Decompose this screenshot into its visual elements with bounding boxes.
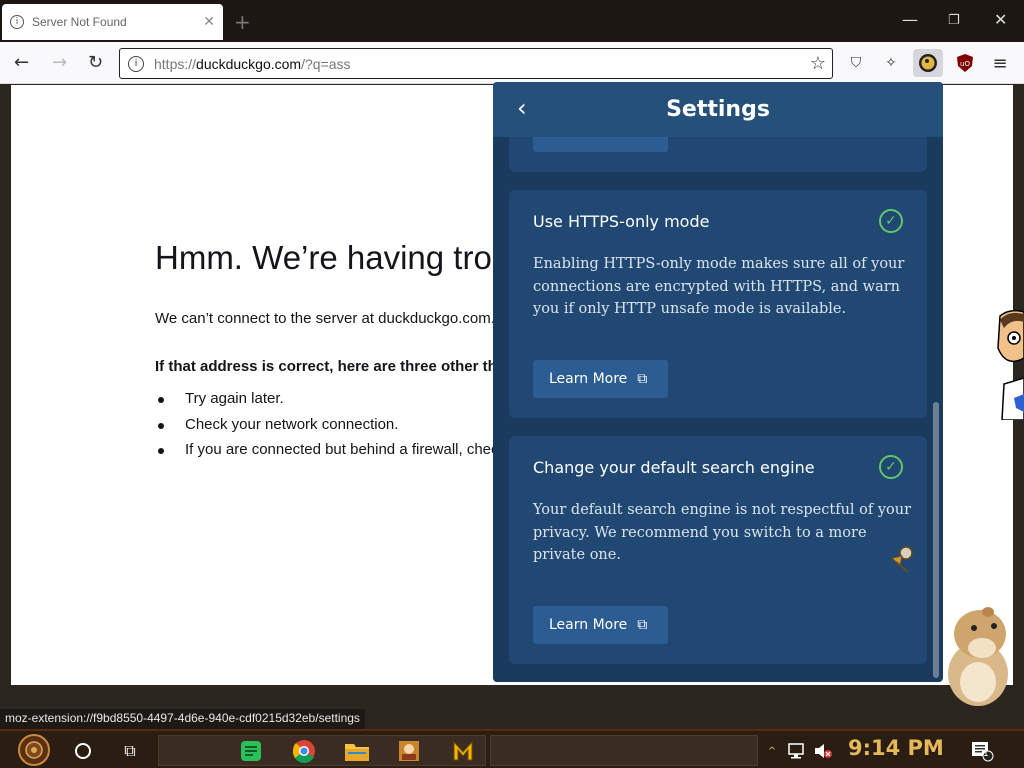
status-bar-url: moz-extension://f9bd8550-4497-4d6e-940e-… bbox=[0, 709, 365, 729]
minimize-icon[interactable]: — bbox=[902, 10, 918, 29]
navigation-bar: ← → ↻ i https://duckduckgo.com/?q=ass ☆ … bbox=[0, 42, 1024, 84]
close-icon[interactable]: ✕ bbox=[203, 14, 215, 30]
window-close-icon[interactable]: ✕ bbox=[994, 10, 1007, 29]
svg-text:uO: uO bbox=[960, 60, 970, 68]
file-explorer-icon[interactable] bbox=[342, 737, 372, 765]
external-link-icon: ⧉ bbox=[637, 617, 648, 633]
desktop-character-image bbox=[997, 309, 1024, 420]
new-tab-icon[interactable]: + bbox=[234, 10, 251, 34]
card-title: Change your default search engine bbox=[533, 458, 815, 477]
network-icon[interactable] bbox=[786, 737, 808, 765]
settings-card-search-engine: Change your default search engine ✓ Your… bbox=[509, 436, 927, 664]
duckduckgo-extension-icon[interactable] bbox=[913, 49, 943, 77]
card-description: Enabling HTTPS-only mode makes sure all … bbox=[533, 256, 905, 317]
taskbar: ⧉ ^ 9:14 PM 1 bbox=[0, 729, 1024, 768]
desktop-hamster-image bbox=[948, 607, 1008, 706]
error-intro: We can’t connect to the server at duckdu… bbox=[155, 310, 495, 327]
tray-overflow-icon[interactable]: ^ bbox=[766, 737, 778, 765]
learn-more-label: Learn More bbox=[549, 617, 628, 633]
tab-title: Server Not Found bbox=[32, 15, 127, 29]
learn-more-button[interactable]: Learn More ⧉ bbox=[533, 606, 668, 644]
settings-panel: ‹ Settings Learn More ⧉ Use HTTPS-only m… bbox=[493, 82, 943, 682]
bookmark-star-icon[interactable]: ☆ bbox=[810, 53, 826, 74]
url-bar[interactable]: i https://duckduckgo.com/?q=ass ☆ bbox=[119, 48, 833, 79]
extension-wand-icon[interactable]: ✧ bbox=[880, 52, 902, 74]
taskbar-open-group bbox=[490, 735, 758, 766]
taskbar-clock[interactable]: 9:14 PM bbox=[848, 736, 944, 760]
external-link-icon: ⧉ bbox=[637, 371, 648, 387]
start-button[interactable] bbox=[12, 733, 56, 767]
settings-title: Settings bbox=[666, 97, 770, 122]
card-description: Your default search engine is not respec… bbox=[533, 502, 912, 563]
menu-icon[interactable]: ≡ bbox=[989, 52, 1011, 74]
check-icon: ✓ bbox=[879, 455, 903, 479]
reload-icon[interactable]: ↻ bbox=[88, 52, 103, 73]
game-app-icon[interactable] bbox=[396, 737, 422, 765]
notification-center-icon[interactable]: 1 bbox=[968, 737, 996, 765]
settings-header: ‹ Settings bbox=[493, 82, 943, 137]
volume-muted-icon[interactable] bbox=[812, 737, 834, 765]
error-suggestions-list: Try again later. Check your network conn… bbox=[155, 390, 506, 467]
chrome-icon[interactable] bbox=[290, 737, 318, 765]
task-view-icon[interactable]: ⧉ bbox=[118, 737, 142, 765]
learn-more-label: Learn More bbox=[549, 371, 628, 387]
tab-server-not-found[interactable]: i Server Not Found ✕ bbox=[2, 4, 223, 40]
card-title: Use HTTPS-only mode bbox=[533, 212, 710, 231]
settings-card-https: Use HTTPS-only mode ✓ Enabling HTTPS-onl… bbox=[509, 190, 927, 418]
ublock-icon[interactable]: uO bbox=[954, 52, 976, 74]
site-info-icon[interactable]: i bbox=[128, 55, 144, 72]
taskbar-pinned-group bbox=[158, 735, 486, 766]
error-title: Hmm. We’re having tro bbox=[155, 239, 492, 276]
tab-strip: i Server Not Found ✕ + — ❐ ✕ bbox=[0, 0, 1024, 42]
list-item: If you are connected but behind a firewa… bbox=[155, 441, 506, 467]
restore-icon[interactable]: ❐ bbox=[948, 13, 960, 28]
url-text[interactable]: https://duckduckgo.com/?q=ass bbox=[154, 56, 351, 72]
list-item: Try again later. bbox=[155, 390, 506, 416]
notes-app-icon[interactable] bbox=[238, 737, 264, 765]
error-suggestions-heading: If that address is correct, here are thr… bbox=[155, 358, 497, 375]
list-item: Check your network connection. bbox=[155, 416, 506, 442]
custom-cursor-icon bbox=[890, 546, 913, 573]
forward-icon[interactable]: → bbox=[52, 52, 67, 73]
info-icon: i bbox=[10, 15, 24, 29]
shield-icon[interactable]: ⛉ bbox=[845, 52, 867, 74]
back-icon[interactable]: ← bbox=[14, 52, 29, 73]
check-icon: ✓ bbox=[879, 209, 903, 233]
search-circle-icon[interactable] bbox=[72, 737, 94, 765]
learn-more-button[interactable]: Learn More ⧉ bbox=[533, 360, 668, 398]
malwarebytes-icon[interactable] bbox=[450, 737, 476, 765]
notification-count: 1 bbox=[983, 749, 989, 759]
